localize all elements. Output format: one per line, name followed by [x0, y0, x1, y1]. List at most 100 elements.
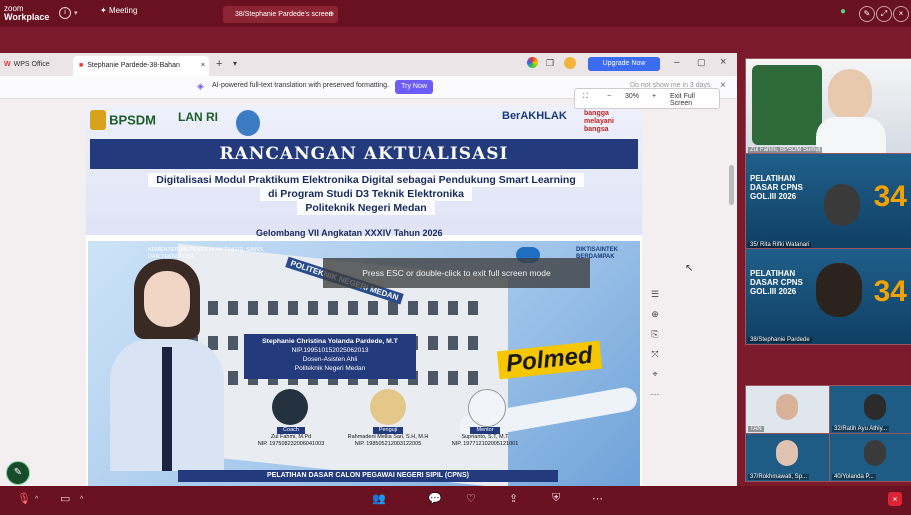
color-wheel-icon[interactable] [527, 57, 538, 68]
minimize-icon[interactable]: – [674, 57, 680, 68]
face [144, 271, 190, 327]
video-tile-small[interactable]: TAN [745, 385, 830, 434]
paw-icon: ✦ [100, 6, 107, 15]
zoom-level[interactable]: 30% [625, 93, 639, 100]
profile-photo [104, 259, 230, 471]
zoom-title-bar: zoom Workplace i ▾ ✦ Meeting 38/Stephani… [0, 0, 911, 27]
participant-avatar [776, 394, 798, 420]
zoom-out-button[interactable]: − [607, 93, 611, 100]
expand-icon[interactable]: ⤢ [876, 6, 892, 22]
name-text: Stephanie Christina Yolanda Pardede, M.T [262, 338, 398, 345]
meeting-tab[interactable]: ✦ Meeting [100, 6, 137, 15]
close-promo-icon[interactable]: × [720, 80, 726, 91]
translate-icon[interactable]: ⎘ [645, 329, 665, 349]
coach-title: Coach [277, 427, 305, 434]
tab-doc-label: Stephanie Pardede-38-Bahan [87, 62, 180, 69]
pen-icon[interactable]: ✎ [859, 6, 875, 22]
video-camera-icon[interactable]: ▭ [60, 492, 70, 505]
annotate-button[interactable]: ✎ [6, 461, 30, 485]
video-tile-speaker[interactable]: PELATIHAN DASAR CPNS GOL.III 2026 34 38/… [745, 248, 911, 345]
video-tile-small[interactable]: 32/Ratih Ayu Athiy... [829, 385, 911, 434]
shield-icon: ● [840, 6, 847, 17]
participant-avatar [816, 263, 862, 317]
chevron-down-icon[interactable]: ▾ [74, 9, 78, 17]
window-close-icon[interactable]: × [720, 56, 726, 68]
document-subtitle: Digitalisasi Modul Praktikum Elektronika… [100, 173, 632, 215]
share-screen-icon[interactable]: ⇪ [509, 492, 518, 505]
polmed-logo: Polmed [496, 340, 602, 380]
chat-icon[interactable]: 💬 [428, 492, 442, 505]
gelombang-text: Gelombang VII Angkatan XXXIV Tahun 2026 [256, 228, 443, 238]
outline-icon[interactable]: ☰ [645, 289, 665, 309]
participants-icon[interactable]: 👥 [372, 492, 386, 505]
berakhlak-logo: BerAKHLAK [502, 110, 567, 140]
participant-avatar [864, 394, 886, 420]
tab-wps-office[interactable]: W WPS Office [4, 56, 70, 74]
chevron-up-icon[interactable]: ^ [35, 496, 38, 503]
reactions-icon[interactable]: ♡ [466, 492, 476, 505]
document-page: BPSDM LAN RI BerAKHLAK bangga melayani b… [86, 105, 642, 486]
video-tile-small[interactable]: 37/Rokhmawati, Sp... [745, 433, 830, 482]
bangga-text: bangga melayani bangsa [584, 110, 614, 133]
exit-full-screen-button[interactable]: Exit Full Screen [670, 93, 719, 107]
security-icon[interactable]: ⛨ [552, 492, 560, 505]
select-icon[interactable]: ⌖ [645, 369, 665, 389]
tab-document[interactable]: ■ Stephanie Pardede-38-Bahan × [73, 56, 209, 76]
video-tile-host[interactable]: Zul Fahmi, BPSDM Sumut [745, 58, 911, 155]
participant-avatar [776, 440, 798, 466]
zoom-icon[interactable]: ⊕ [645, 309, 665, 329]
video-tile-participant[interactable]: PELATIHAN DASAR CPNS GOL.III 2026 34 35/… [745, 153, 911, 250]
try-now-button[interactable]: Try Now [395, 80, 433, 94]
participant-number: 34 [873, 275, 907, 308]
upgrade-button[interactable]: Upgrade Now [588, 57, 660, 71]
tab-dropdown-icon[interactable]: ▾ [233, 59, 237, 68]
document-title-banner: RANCANGAN AKTUALISASI [90, 139, 638, 169]
side-toolbar: ☰ ⊕ ⎘ ⤧ ⌖ ⋯ [645, 289, 665, 409]
penguji-title: Penguji [372, 427, 404, 434]
microphone-muted-icon[interactable]: 🎙 [17, 492, 31, 505]
participant-avatar [864, 440, 886, 466]
chevron-up-icon[interactable]: ^ [80, 496, 83, 503]
vertical-scrollbar[interactable] [729, 165, 734, 205]
participant-label: TAN [748, 426, 764, 432]
meeting-label: Meeting [108, 6, 138, 15]
video-tile-small[interactable]: 40/Yolanda P... [829, 433, 911, 482]
tie [162, 347, 172, 471]
more-icon[interactable]: ⋯ [592, 492, 603, 505]
more-icon[interactable]: ⋯ [645, 389, 665, 409]
crop-icon[interactable]: ⤧ [645, 349, 665, 369]
coach-avatar [272, 389, 308, 425]
esc-toast: Press ESC or double-click to exit full s… [323, 258, 590, 288]
leave-button[interactable]: × [888, 492, 902, 506]
participant-label: 40/Yolanda P... [832, 474, 876, 480]
workplace-logo-text: Workplace [4, 12, 50, 22]
participant-label: 32/Ratih Ayu Athiy... [832, 426, 890, 432]
building-windows [188, 301, 488, 315]
mouse-cursor-icon: ↖ [685, 263, 694, 274]
institution-text: Politeknik Negeri Medan [294, 365, 366, 372]
info-icon[interactable]: i [59, 7, 71, 19]
ai-icon: ◈ [197, 81, 204, 91]
ai-promo-text: AI-powered full-text translation with pr… [212, 82, 390, 89]
pdf-icon: ■ [79, 62, 84, 69]
participant-avatar [824, 184, 860, 226]
penguji-avatar [370, 389, 406, 425]
screen-share-tab[interactable]: 38/Stephanie Pardede's screen ⊖ [223, 6, 338, 23]
lanri-logo: LAN RI [178, 110, 218, 140]
participant-label: 37/Rokhmawati, Sp... [748, 474, 810, 480]
share-label: 38/Stephanie Pardede's screen [235, 11, 333, 18]
window-icon[interactable]: ❐ [546, 58, 554, 69]
add-tab-icon[interactable]: + [216, 58, 222, 70]
avatar[interactable] [564, 57, 576, 69]
more-options-icon[interactable]: ⊖ [328, 6, 334, 23]
cover-header: BPSDM LAN RI BerAKHLAK bangga melayani b… [86, 105, 642, 235]
participant-number: 34 [873, 180, 907, 213]
zoom-in-button[interactable]: + [652, 93, 656, 100]
close-icon[interactable]: × [893, 6, 909, 22]
maximize-icon[interactable]: ▢ [697, 57, 706, 68]
mentor-block: Mentor Suprianto, S.T, M.T NIP. 19771210… [440, 427, 530, 461]
close-tab-icon[interactable]: × [201, 56, 205, 76]
mentor-avatar [468, 389, 506, 427]
fit-icon[interactable]: ⛶ [583, 93, 588, 101]
meeting-controls-bar: 🎙 ^ ▭ ^ 👥 💬 ♡ ⇪ ⛨ ⋯ × [0, 486, 911, 515]
